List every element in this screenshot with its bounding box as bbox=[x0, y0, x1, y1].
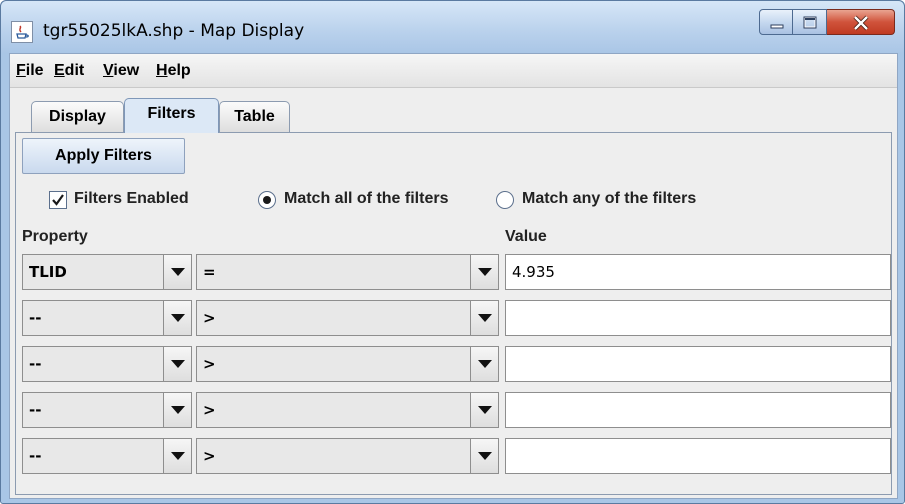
value-field-5[interactable] bbox=[505, 438, 891, 474]
menu-bar: File Edit View Help bbox=[10, 54, 897, 88]
dropdown-button[interactable] bbox=[470, 393, 498, 427]
value-column-header: Value bbox=[505, 228, 547, 245]
property-select-2[interactable]: -- bbox=[22, 300, 192, 336]
property-select-1[interactable]: TLID bbox=[22, 254, 192, 290]
dropdown-button[interactable] bbox=[163, 255, 191, 289]
chevron-down-icon bbox=[478, 360, 492, 368]
operator-select-value: = bbox=[203, 263, 216, 281]
tab-display[interactable]: Display bbox=[31, 101, 124, 132]
chevron-down-icon bbox=[478, 452, 492, 460]
match-all-label: Match all of the filters bbox=[284, 190, 449, 207]
menu-help[interactable]: Help bbox=[156, 62, 191, 80]
menu-edit[interactable]: Edit bbox=[54, 62, 84, 80]
filters-enabled-checkbox[interactable] bbox=[49, 191, 67, 209]
match-all-radio[interactable] bbox=[258, 191, 276, 209]
property-select-5[interactable]: -- bbox=[22, 438, 192, 474]
value-field-text: 4.935 bbox=[512, 263, 555, 281]
dropdown-button[interactable] bbox=[163, 439, 191, 473]
match-any-radio[interactable] bbox=[496, 191, 514, 209]
property-select-value: -- bbox=[29, 355, 42, 373]
chevron-down-icon bbox=[171, 452, 185, 460]
value-field-4[interactable] bbox=[505, 392, 891, 428]
property-column-header: Property bbox=[22, 228, 88, 245]
tab-table-label: Table bbox=[234, 108, 275, 125]
property-select-3[interactable]: -- bbox=[22, 346, 192, 382]
dropdown-button[interactable] bbox=[470, 347, 498, 381]
operator-select-4[interactable]: > bbox=[196, 392, 499, 428]
dropdown-button[interactable] bbox=[470, 255, 498, 289]
close-button[interactable] bbox=[827, 9, 895, 35]
menu-file[interactable]: File bbox=[16, 62, 44, 80]
dropdown-button[interactable] bbox=[470, 301, 498, 335]
filters-enabled-label: Filters Enabled bbox=[74, 190, 189, 207]
operator-select-1[interactable]: = bbox=[196, 254, 499, 290]
java-app-icon bbox=[11, 21, 33, 43]
apply-filters-button[interactable]: Apply Filters bbox=[22, 138, 185, 174]
tab-filters[interactable]: Filters bbox=[124, 98, 219, 133]
title-bar[interactable]: tgr55025lkA.shp - Map Display bbox=[1, 1, 904, 53]
tab-table[interactable]: Table bbox=[219, 101, 290, 132]
value-field-1[interactable]: 4.935 bbox=[505, 254, 891, 290]
radio-selected-dot bbox=[263, 196, 271, 204]
operator-select-3[interactable]: > bbox=[196, 346, 499, 382]
property-select-value: -- bbox=[29, 447, 42, 465]
maximize-icon bbox=[803, 16, 817, 29]
window-title: tgr55025lkA.shp - Map Display bbox=[43, 21, 305, 41]
dropdown-button[interactable] bbox=[163, 347, 191, 381]
minimize-icon bbox=[770, 24, 784, 29]
dropdown-button[interactable] bbox=[163, 301, 191, 335]
chevron-down-icon bbox=[171, 406, 185, 414]
operator-select-5[interactable]: > bbox=[196, 438, 499, 474]
close-icon bbox=[853, 15, 869, 31]
window-client-area: File Edit View Help Display Filters Tabl… bbox=[9, 53, 898, 499]
dropdown-button[interactable] bbox=[163, 393, 191, 427]
chevron-down-icon bbox=[478, 406, 492, 414]
chevron-down-icon bbox=[171, 360, 185, 368]
chevron-down-icon bbox=[478, 314, 492, 322]
chevron-down-icon bbox=[478, 268, 492, 276]
map-display-window: tgr55025lkA.shp - Map Display File Edit … bbox=[0, 0, 905, 504]
property-select-value: -- bbox=[29, 309, 42, 327]
chevron-down-icon bbox=[171, 314, 185, 322]
operator-select-value: > bbox=[203, 401, 216, 419]
property-select-value: -- bbox=[29, 401, 42, 419]
dropdown-button[interactable] bbox=[470, 439, 498, 473]
menu-view[interactable]: View bbox=[103, 62, 139, 80]
operator-select-value: > bbox=[203, 355, 216, 373]
property-select-4[interactable]: -- bbox=[22, 392, 192, 428]
operator-select-value: > bbox=[203, 447, 216, 465]
operator-select-2[interactable]: > bbox=[196, 300, 499, 336]
tab-filters-label: Filters bbox=[147, 105, 196, 122]
maximize-button[interactable] bbox=[793, 9, 827, 35]
chevron-down-icon bbox=[171, 268, 185, 276]
minimize-button[interactable] bbox=[759, 9, 793, 35]
checkmark-icon bbox=[52, 194, 64, 206]
match-any-label: Match any of the filters bbox=[522, 190, 697, 207]
tab-display-label: Display bbox=[49, 108, 106, 125]
value-field-2[interactable] bbox=[505, 300, 891, 336]
operator-select-value: > bbox=[203, 309, 216, 327]
value-field-3[interactable] bbox=[505, 346, 891, 382]
property-select-value: TLID bbox=[29, 263, 67, 281]
